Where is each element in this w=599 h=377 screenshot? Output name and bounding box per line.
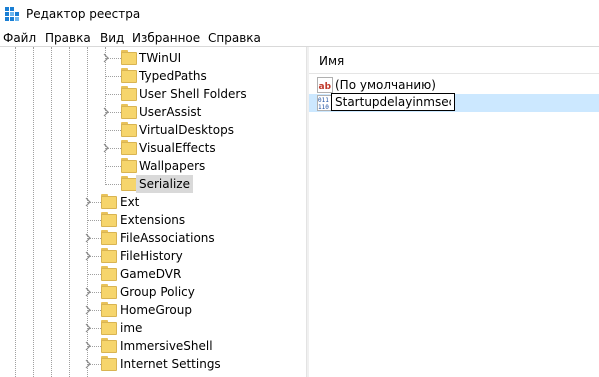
tree-item[interactable]: GameDVR [0,265,306,283]
tree-connector-line [105,130,121,131]
tree-connector-line [105,184,121,185]
tree-item-label: Internet Settings [120,357,221,371]
tree-item[interactable]: User Shell Folders [0,85,306,103]
tree-item-label: VirtualDesktops [139,123,234,137]
folder-icon [101,248,117,263]
tree-connector-line [105,76,121,77]
tree-item[interactable]: FileHistory [0,247,306,265]
folder-icon [101,320,117,335]
header-divider [309,73,599,74]
tree-item-label: VisualEffects [139,141,216,155]
tree-item-label: FileHistory [120,249,183,263]
tree-item-label: HomeGroup [120,303,192,317]
svg-text:011: 011 [318,97,329,104]
folder-icon [121,86,137,101]
tree-connector-line [105,94,121,95]
chevron-right-icon[interactable] [83,249,93,263]
tree-item[interactable]: ime [0,319,306,337]
tree-item[interactable]: TWinUI [0,49,306,67]
folder-icon [101,284,117,299]
chevron-right-icon[interactable] [83,357,93,371]
tree-item-label: ImmersiveShell [120,339,213,353]
chevron-right-icon[interactable] [101,51,111,65]
tree-item[interactable]: Ext [0,193,306,211]
column-header-label: Имя [319,54,345,68]
tree-item[interactable]: Serialize [0,175,306,193]
folder-icon [101,302,117,317]
tree-item[interactable]: Extensions [0,211,306,229]
window-title: Редактор реестра [26,7,141,21]
menu-file[interactable]: Файл [3,30,36,46]
tree-item[interactable]: Wallpapers [0,157,306,175]
name-column-header[interactable]: Имя [309,47,599,73]
tree-item-label: GameDVR [120,267,182,281]
menu-help[interactable]: Справка [208,30,261,46]
folder-icon [121,176,137,191]
folder-icon [101,356,117,371]
menu-edit[interactable]: Правка [45,30,91,46]
folder-icon [121,50,137,65]
tree-item-label: Extensions [120,213,186,227]
tree-item-label: Group Policy [120,285,195,299]
folder-icon [101,194,117,209]
folder-icon [101,338,117,353]
folder-icon [121,122,137,137]
folder-icon [121,104,137,119]
rename-value-input[interactable] [331,93,455,111]
value-row[interactable]: ab (По умолчанию) [309,76,599,94]
tree-item[interactable]: VisualEffects [0,139,306,157]
chevron-right-icon[interactable] [83,321,93,335]
tree-item[interactable]: FileAssociations [0,229,306,247]
chevron-right-icon[interactable] [101,141,111,155]
chevron-right-icon[interactable] [83,231,93,245]
tree-item-label: User Shell Folders [139,87,247,101]
tree-item[interactable]: VirtualDesktops [0,121,306,139]
tree-item-label: ime [120,321,143,335]
tree-item-label: TypedPaths [139,69,207,83]
chevron-right-icon[interactable] [83,339,93,353]
folder-icon [101,212,117,227]
tree-item[interactable]: UserAssist [0,103,306,121]
chevron-right-icon[interactable] [101,105,111,119]
folder-icon [121,158,137,173]
tree-item-label: TWinUI [139,51,182,65]
value-name: (По умолчанию) [335,78,436,92]
folder-icon [101,266,117,281]
folder-icon [121,140,137,155]
value-row-selected[interactable]: 011 110 [309,93,599,112]
title-bar: Редактор реестра [0,0,599,28]
tree-connector-line [87,220,101,221]
tree-item[interactable]: TypedPaths [0,67,306,85]
chevron-right-icon[interactable] [83,195,93,209]
tree-item[interactable]: Group Policy [0,283,306,301]
tree-item[interactable]: ImmersiveShell [0,337,306,355]
menu-bar: Файл Правка Вид Избранное Справка [0,28,599,48]
svg-text:110: 110 [318,104,329,111]
tree-item-label: Wallpapers [139,159,206,173]
tree-connector-line [87,274,101,275]
values-pane[interactable]: Имя ab (По умолчанию) 011 110 [309,47,599,377]
folder-icon [121,68,137,83]
menu-favorites[interactable]: Избранное [132,30,200,46]
folder-icon [101,230,117,245]
chevron-right-icon[interactable] [83,285,93,299]
tree-item[interactable]: Internet Settings [0,355,306,373]
tree-item-label: UserAssist [139,105,202,119]
tree-item-label: Serialize [136,175,193,193]
chevron-right-icon[interactable] [83,303,93,317]
string-value-icon: ab [317,77,333,93]
tree-item[interactable]: HomeGroup [0,301,306,319]
tree-item-label: Ext [120,195,140,209]
tree-connector-line [105,166,121,167]
registry-tree[interactable]: TWinUI TypedPaths User Shell Folders UserAs… [0,47,306,377]
tree-item-label: FileAssociations [120,231,215,245]
registry-editor-icon [5,7,19,21]
svg-text:ab: ab [319,82,332,92]
menu-view[interactable]: Вид [100,30,124,46]
